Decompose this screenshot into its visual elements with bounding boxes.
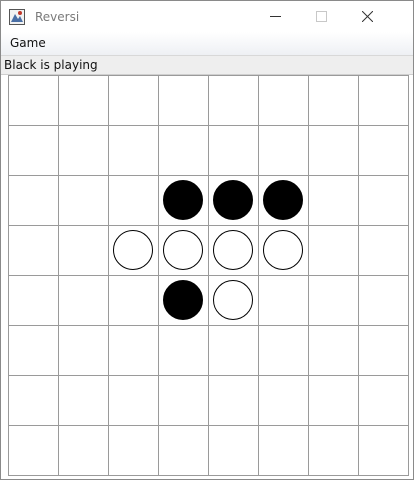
board-cell[interactable] xyxy=(359,326,409,376)
board-cell[interactable] xyxy=(109,76,159,126)
board-cell[interactable] xyxy=(259,426,309,476)
board-cell[interactable] xyxy=(109,126,159,176)
board-cell[interactable] xyxy=(209,176,259,226)
minimize-button[interactable] xyxy=(253,1,299,32)
board-cell[interactable] xyxy=(59,76,109,126)
status-text: Black is playing xyxy=(4,58,98,72)
board-cell[interactable] xyxy=(259,226,309,276)
board-cell[interactable] xyxy=(9,176,59,226)
black-piece xyxy=(263,180,303,220)
board-cell[interactable] xyxy=(209,276,259,326)
board-cell[interactable] xyxy=(209,226,259,276)
board-cell[interactable] xyxy=(309,126,359,176)
black-piece xyxy=(163,180,203,220)
window-title: Reversi xyxy=(35,10,80,24)
board-cell[interactable] xyxy=(9,276,59,326)
board-cell[interactable] xyxy=(209,426,259,476)
white-piece xyxy=(213,280,253,320)
board-cell[interactable] xyxy=(109,376,159,426)
minimize-icon xyxy=(270,16,281,17)
board-cell[interactable] xyxy=(209,126,259,176)
board-cell[interactable] xyxy=(359,126,409,176)
board-cell[interactable] xyxy=(159,426,209,476)
board-cell[interactable] xyxy=(9,326,59,376)
board-cell[interactable] xyxy=(159,226,209,276)
board-cell[interactable] xyxy=(9,226,59,276)
board-cell[interactable] xyxy=(9,76,59,126)
board-cell[interactable] xyxy=(209,376,259,426)
board-cell[interactable] xyxy=(309,76,359,126)
board-cell[interactable] xyxy=(359,426,409,476)
menu-bar: Game xyxy=(1,32,413,56)
title-bar[interactable]: Reversi xyxy=(1,1,413,32)
board-cell[interactable] xyxy=(59,226,109,276)
board-cell[interactable] xyxy=(59,326,109,376)
board-cell[interactable] xyxy=(59,276,109,326)
board-cell[interactable] xyxy=(309,176,359,226)
maximize-button[interactable] xyxy=(299,1,345,32)
board-cell[interactable] xyxy=(109,276,159,326)
white-piece xyxy=(213,230,253,270)
board-cell[interactable] xyxy=(9,126,59,176)
board-cell[interactable] xyxy=(359,276,409,326)
board-cell[interactable] xyxy=(109,176,159,226)
board-cell[interactable] xyxy=(59,426,109,476)
board-cell[interactable] xyxy=(259,126,309,176)
game-board xyxy=(8,75,409,476)
board-cell[interactable] xyxy=(59,176,109,226)
board-cell[interactable] xyxy=(209,76,259,126)
reversi-app-icon[interactable] xyxy=(9,9,25,25)
close-button[interactable] xyxy=(345,1,391,32)
board-cell[interactable] xyxy=(259,76,309,126)
board-cell[interactable] xyxy=(259,276,309,326)
maximize-icon xyxy=(316,11,327,22)
black-piece xyxy=(213,180,253,220)
status-bar: Black is playing xyxy=(1,56,413,75)
board-cell[interactable] xyxy=(109,426,159,476)
board-cell[interactable] xyxy=(259,326,309,376)
board-cell[interactable] xyxy=(359,76,409,126)
board-cell[interactable] xyxy=(59,126,109,176)
board-cell[interactable] xyxy=(159,326,209,376)
black-piece xyxy=(163,280,203,320)
menu-game[interactable]: Game xyxy=(7,36,49,51)
board-cell[interactable] xyxy=(309,326,359,376)
reversi-window: Reversi Game Black is playing xyxy=(0,0,414,480)
white-piece xyxy=(113,230,153,270)
board-cell[interactable] xyxy=(259,176,309,226)
board-cell[interactable] xyxy=(159,176,209,226)
board-cell[interactable] xyxy=(359,376,409,426)
white-piece xyxy=(263,230,303,270)
white-piece xyxy=(163,230,203,270)
board-cell[interactable] xyxy=(9,426,59,476)
board-cell[interactable] xyxy=(159,76,209,126)
board-cell[interactable] xyxy=(159,376,209,426)
board-cell[interactable] xyxy=(259,376,309,426)
board-cell[interactable] xyxy=(359,176,409,226)
board-cell[interactable] xyxy=(209,326,259,376)
close-icon xyxy=(362,11,373,22)
board-cell[interactable] xyxy=(9,376,59,426)
board-cell[interactable] xyxy=(309,376,359,426)
board-cell[interactable] xyxy=(109,226,159,276)
board-cell[interactable] xyxy=(159,276,209,326)
board-cell[interactable] xyxy=(309,226,359,276)
board-cell[interactable] xyxy=(109,326,159,376)
board-cell[interactable] xyxy=(59,376,109,426)
board-cell[interactable] xyxy=(309,426,359,476)
board-cell[interactable] xyxy=(159,126,209,176)
board-cell[interactable] xyxy=(309,276,359,326)
board-cell[interactable] xyxy=(359,226,409,276)
